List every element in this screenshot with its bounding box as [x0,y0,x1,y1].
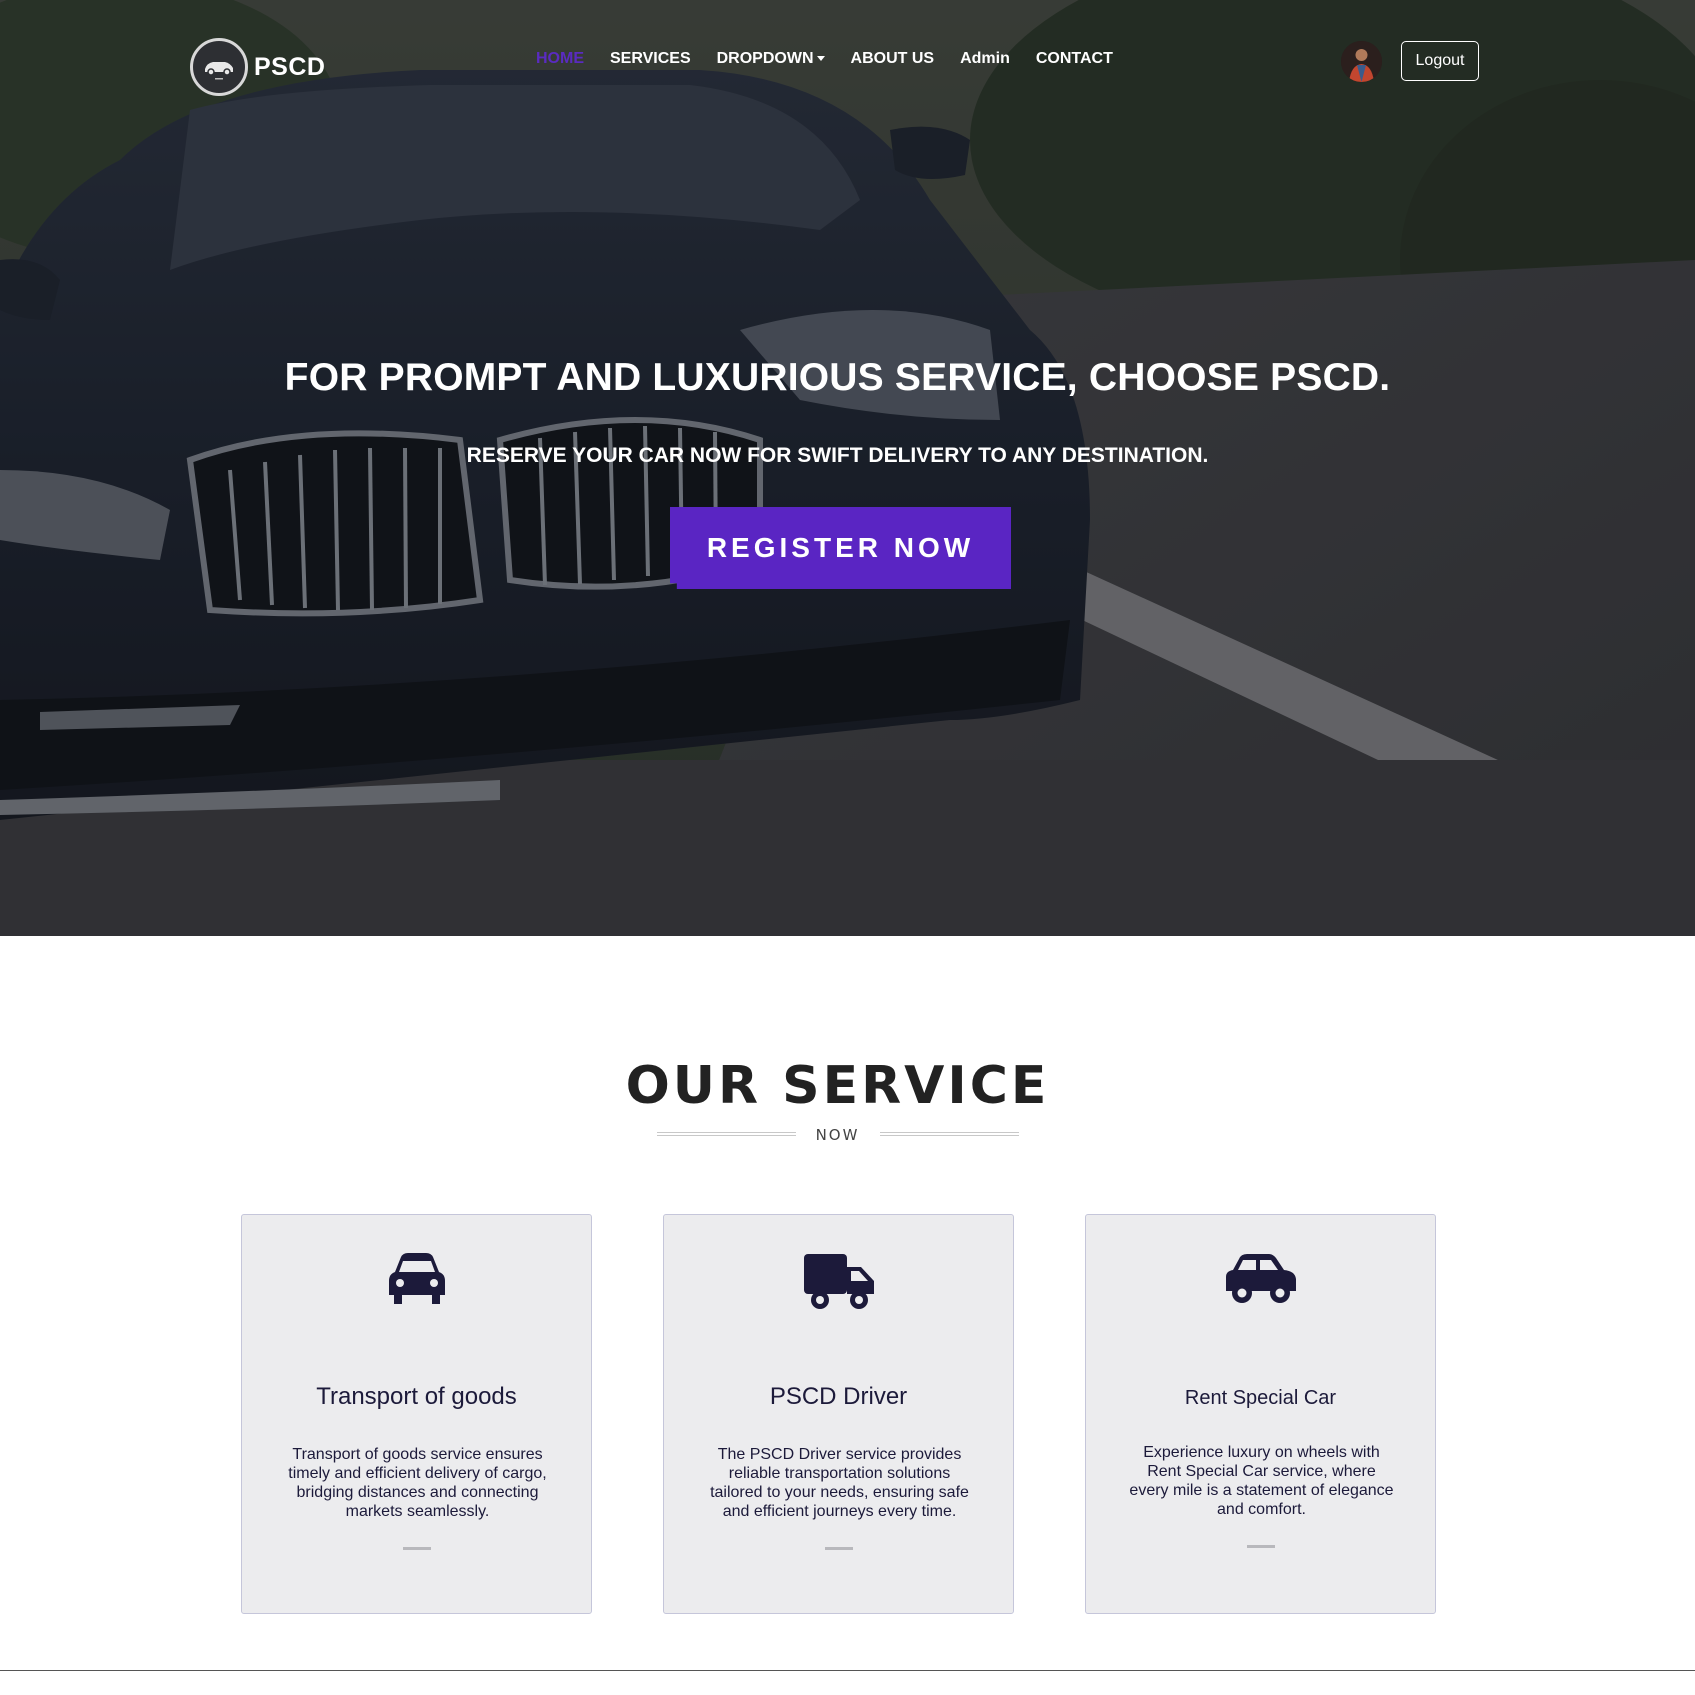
services-subtitle: NOW [815,1126,860,1144]
truck-icon [803,1254,874,1309]
hero-title: FOR PROMPT AND LUXURIOUS SERVICE, CHOOSE… [284,356,1391,399]
services-title: OUR SERVICE [625,1056,1050,1116]
hero-section: PSCD HOME SERVICES DROPDOWN ABOUT US Adm… [0,0,1695,936]
card-title: Transport of goods [316,1383,517,1410]
avatar[interactable] [1341,41,1382,82]
service-card-transport[interactable]: Transport of goods Transport of goods se… [241,1214,592,1614]
hero-subtitle: RESERVE YOUR CAR NOW FOR SWIFT DELIVERY … [466,444,1209,467]
nav-links: HOME SERVICES DROPDOWN ABOUT US Admin CO… [536,50,1139,68]
hero-overlay [0,0,1695,936]
service-card-rent[interactable]: Rent Special Car Experience luxury on wh… [1085,1214,1436,1614]
card-dash [1247,1545,1275,1548]
nav-link-services[interactable]: SERVICES [610,50,691,68]
card-dash [403,1547,431,1550]
nav-link-home[interactable]: HOME [536,50,584,68]
card-text: The PSCD Driver service provides reliabl… [710,1446,969,1520]
brand[interactable]: PSCD [190,38,325,96]
brand-logo-icon [190,38,248,96]
car-icon [388,1253,445,1304]
card-title: Rent Special Car [1184,1387,1337,1409]
nav-link-admin[interactable]: Admin [960,50,1010,68]
car-side-icon [1225,1254,1296,1303]
card-icon-wrap [664,1253,1013,1311]
card-icon-wrap [242,1253,591,1305]
card-dash [825,1547,853,1550]
nav-link-contact[interactable]: CONTACT [1036,50,1113,68]
logout-button[interactable]: Logout [1401,41,1479,81]
footer-divider [0,1670,1695,1671]
nav-link-dropdown-label: DROPDOWN [716,50,814,67]
card-icon-wrap [1086,1253,1435,1305]
brand-name: PSCD [254,52,326,81]
caret-down-icon [816,56,825,62]
nav-link-about[interactable]: ABOUT US [851,50,935,68]
register-now-button[interactable]: REGISTER NOW [670,507,1011,589]
page: PSCD HOME SERVICES DROPDOWN ABOUT US Adm… [0,0,1695,1695]
card-text: Experience luxury on wheels with Rent Sp… [1129,1444,1394,1518]
service-card-driver[interactable]: PSCD Driver The PSCD Driver service prov… [663,1214,1014,1614]
card-title: PSCD Driver [769,1383,908,1410]
navbar: PSCD HOME SERVICES DROPDOWN ABOUT US Adm… [0,0,1695,125]
card-text: Transport of goods service ensures timel… [288,1446,547,1520]
nav-link-dropdown[interactable]: DROPDOWN [717,50,825,68]
